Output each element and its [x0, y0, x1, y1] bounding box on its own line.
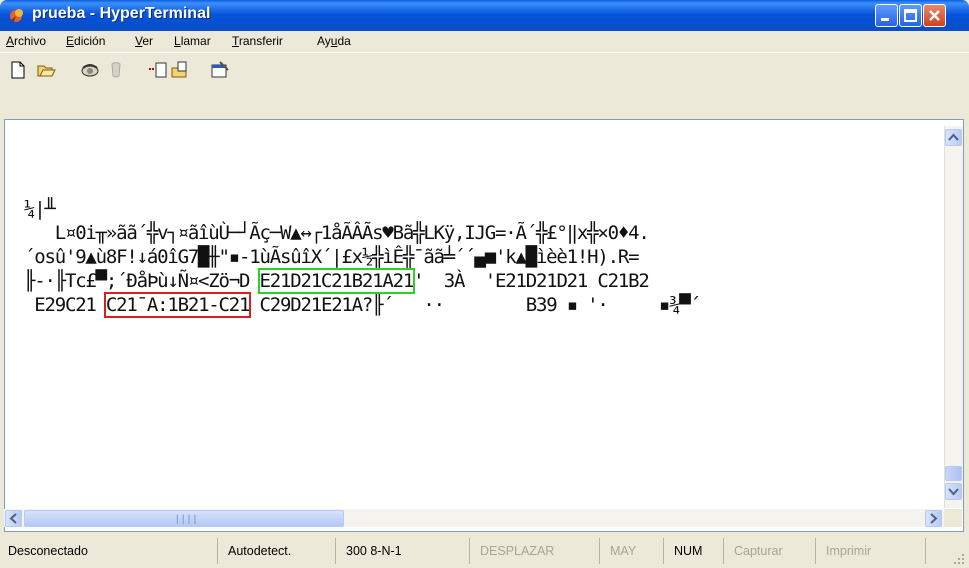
status-capture: Capturar: [730, 538, 816, 564]
terminal-line: ¼|╨: [24, 198, 56, 220]
chevron-left-icon: [9, 513, 17, 524]
grip-icon: ┃┃┃┃: [175, 515, 199, 524]
menu-edicion[interactable]: Edición: [66, 34, 105, 48]
new-icon[interactable]: [8, 60, 28, 80]
green-highlight-box: E21D21C21B21A21: [257, 268, 416, 294]
close-icon: [929, 10, 940, 21]
terminal-line: ´osû'9▲ù8F!↓á0îG7█╫"▪-1ùÃsûîX´|£x½╬ìÊ╬¯ã…: [24, 246, 640, 268]
maximize-button[interactable]: [899, 4, 922, 27]
scroll-up-button[interactable]: [945, 129, 962, 146]
terminal-line: E29C21 C21¯A:1B21-C21 C29D21E21A?╟´ ·· B…: [24, 292, 701, 318]
menu-archivo[interactable]: Archivo: [6, 34, 46, 48]
horizontal-scrollbar[interactable]: ┃┃┃┃: [4, 509, 944, 527]
scroll-right-button[interactable]: [925, 510, 942, 527]
terminal-line: ╟-·╟Tc£▀;´ÐåÞù↓Ñ¤<Zö¬D E21D21C21B21A21' …: [24, 268, 650, 294]
scrollbar-corner: [944, 509, 962, 527]
terminal-line: L¤0i╥»ãã´╬v┐¤ãîùÙ─┘Ãç─W▲↔┌1åÃÂÃs♥Bã╬LKÿ,…: [24, 222, 650, 244]
status-num: NUM: [670, 538, 724, 564]
vertical-scroll-thumb[interactable]: [945, 466, 962, 481]
status-bar: Desconectado Autodetect. 300 8-N-1 DESPL…: [0, 534, 969, 568]
status-emulation: Autodetect.: [224, 538, 336, 564]
toolbar: [0, 52, 969, 87]
menu-ver[interactable]: Ver: [135, 34, 153, 48]
status-connection: Desconectado: [4, 538, 218, 564]
window-title: prueba - HyperTerminal: [32, 5, 211, 22]
resize-grip-icon[interactable]: [953, 553, 965, 565]
menu-transferir[interactable]: Transferir: [232, 34, 283, 48]
red-highlight-box: C21¯A:1B21-C21: [103, 292, 252, 318]
horizontal-scroll-thumb[interactable]: ┃┃┃┃: [24, 510, 344, 527]
chevron-up-icon: [948, 133, 959, 141]
disconnect-icon[interactable]: [106, 60, 126, 80]
menu-bar: Archivo Edición Ver Llamar Transferir Ay…: [0, 31, 969, 52]
title-bar[interactable]: prueba - HyperTerminal: [0, 0, 969, 31]
scroll-down-button[interactable]: [945, 483, 962, 500]
send-icon[interactable]: [148, 60, 168, 80]
hyperterminal-app-icon: [10, 9, 23, 22]
status-print: Imprimir: [822, 538, 926, 564]
maximize-icon: [904, 9, 917, 22]
menu-llamar[interactable]: Llamar: [174, 34, 211, 48]
scroll-left-button[interactable]: [5, 510, 22, 527]
open-icon[interactable]: [36, 60, 56, 80]
receive-icon[interactable]: [170, 60, 190, 80]
chevron-right-icon: [930, 513, 938, 524]
minimize-button[interactable]: [875, 4, 898, 27]
status-scroll: DESPLAZAR: [476, 538, 600, 564]
status-caps: MAY: [606, 538, 664, 564]
close-button[interactable]: [923, 4, 946, 27]
status-port-settings: 300 8-N-1: [342, 538, 470, 564]
chevron-down-icon: [948, 488, 959, 496]
minimize-icon: [881, 18, 889, 21]
properties-icon[interactable]: [210, 60, 230, 80]
connect-icon[interactable]: [80, 60, 100, 80]
terminal-output[interactable]: ¼|╨ L¤0i╥»ãã´╬v┐¤ãîùÙ─┘Ãç─W▲↔┌1åÃÂÃs♥Bã╬…: [24, 149, 944, 509]
menu-ayuda[interactable]: Ayuda: [317, 34, 351, 48]
vertical-scrollbar[interactable]: [944, 126, 963, 508]
